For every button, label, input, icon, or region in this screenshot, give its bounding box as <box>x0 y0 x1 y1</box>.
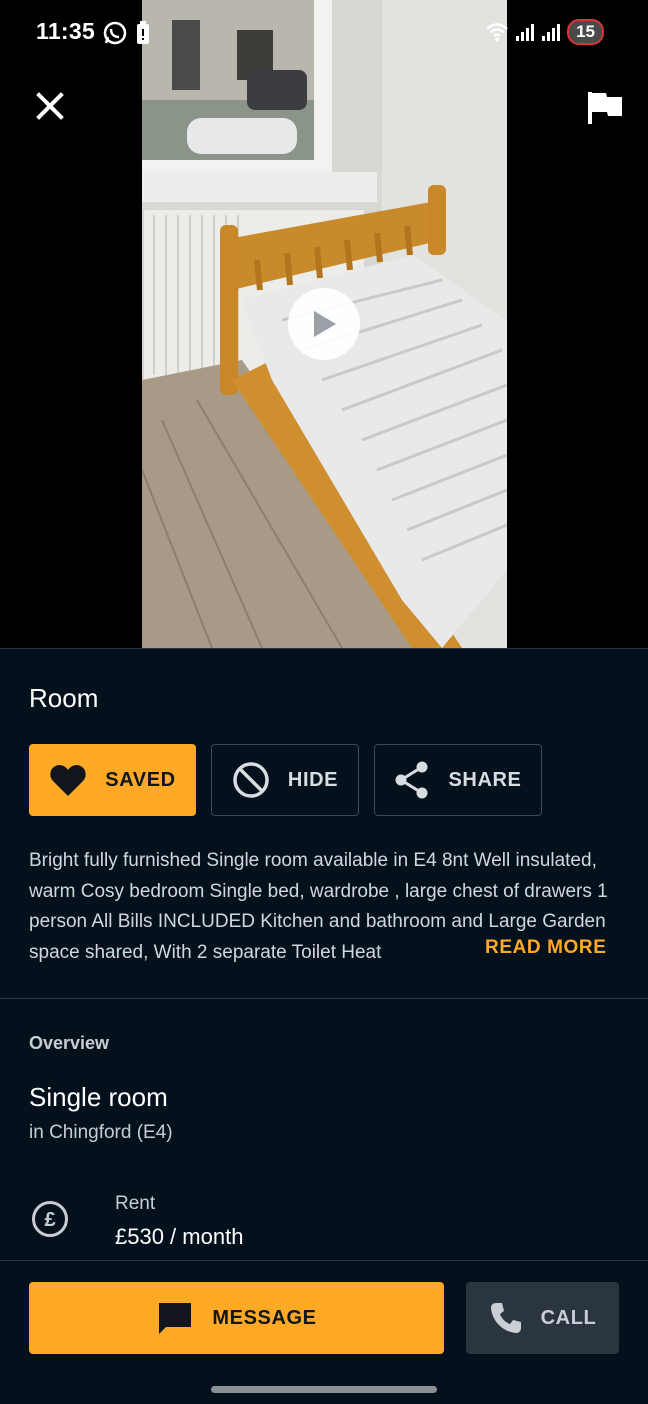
listing-actions: SAVED HIDE SHARE <box>29 744 542 816</box>
flag-icon <box>588 92 622 124</box>
overview-heading: Overview <box>29 1033 110 1053</box>
heart-icon <box>50 765 86 796</box>
block-icon <box>233 762 269 798</box>
read-more-link[interactable]: READ MORE <box>485 937 607 959</box>
call-label: CALL <box>540 1306 597 1329</box>
message-label: MESSAGE <box>212 1306 317 1329</box>
listing-category: Room <box>29 683 99 713</box>
message-button[interactable]: MESSAGE <box>29 1282 444 1354</box>
signal-icon <box>542 24 561 41</box>
rent-value: £530 / month <box>115 1224 244 1249</box>
whatsapp-icon <box>103 21 127 45</box>
status-time: 11:35 <box>36 18 96 44</box>
share-button[interactable]: SHARE <box>374 744 542 816</box>
system-icons: 15 <box>485 19 604 45</box>
room-location: in Chingford (E4) <box>29 1122 173 1143</box>
pound-icon: £ <box>32 1201 68 1237</box>
hide-label: HIDE <box>287 768 339 791</box>
play-icon <box>314 311 336 337</box>
chat-icon <box>159 1303 192 1334</box>
phone-icon <box>490 1303 521 1333</box>
share-icon <box>395 761 428 799</box>
listing-media[interactable] <box>0 0 648 648</box>
media-divider <box>0 648 648 649</box>
call-button[interactable]: CALL <box>466 1282 619 1354</box>
close-icon <box>36 92 64 120</box>
wifi-icon <box>486 23 508 42</box>
close-button[interactable] <box>30 86 70 126</box>
room-type: Single room <box>29 1082 168 1112</box>
saved-label: SAVED <box>105 768 176 791</box>
rent-label: Rent <box>115 1193 156 1214</box>
report-listing-button[interactable] <box>584 86 626 128</box>
svg-text:£: £ <box>44 1209 55 1231</box>
saved-button[interactable]: SAVED <box>29 744 196 816</box>
play-video-button[interactable] <box>288 288 360 360</box>
status-bar: 11:35 15 <box>0 0 648 64</box>
signal-icon <box>516 24 535 41</box>
battery-saver-icon <box>137 21 149 44</box>
notification-badge: 15 <box>567 19 604 45</box>
share-label: SHARE <box>448 768 522 791</box>
home-indicator[interactable] <box>211 1386 437 1393</box>
section-divider <box>0 998 648 999</box>
hide-button[interactable]: HIDE <box>211 744 359 816</box>
description-fade <box>380 936 490 968</box>
